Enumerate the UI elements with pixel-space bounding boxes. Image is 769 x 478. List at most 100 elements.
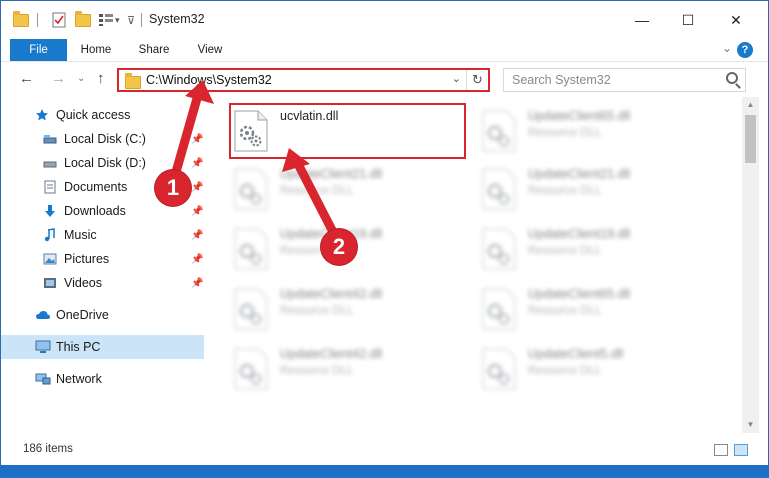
star-icon [36, 109, 48, 121]
file-item[interactable]: UpdateClient21.dll Resource DLL [232, 163, 472, 219]
dll-file-icon [482, 110, 516, 152]
sidebar-item-label: Music [64, 228, 97, 242]
file-item[interactable]: UpdateClient65.dll Resource DLL [480, 283, 720, 339]
file-type: Resource DLL [280, 185, 354, 197]
refresh-icon[interactable]: ↻ [466, 70, 488, 90]
dll-file-icon [234, 168, 268, 210]
window-title: System32 [149, 12, 205, 26]
sidebar-item-label: Downloads [64, 204, 126, 218]
address-dropdown-icon[interactable]: ⌄ [452, 72, 461, 85]
pictures-icon [43, 253, 57, 265]
sidebar-item-label: This PC [56, 340, 101, 354]
sidebar-item-label: Local Disk (C:) [64, 132, 146, 146]
properties-icon[interactable] [51, 9, 67, 31]
vertical-scrollbar[interactable]: ▲ ▼ [742, 97, 759, 433]
view-options-icon[interactable] [97, 9, 115, 31]
sidebar-item-network[interactable]: Network [1, 367, 204, 391]
sidebar-item-onedrive[interactable]: OneDrive [1, 303, 204, 327]
address-bar[interactable]: C:\Windows\System32 ⌄ ↻ [117, 68, 490, 92]
music-icon [44, 228, 55, 242]
file-item[interactable]: UpdateClient42.dll Resource DLL [232, 283, 472, 339]
pin-icon[interactable]: 📌 [191, 134, 203, 145]
dll-file-icon [482, 288, 516, 330]
help-icon[interactable]: ? [737, 42, 753, 58]
scroll-up-icon[interactable]: ▲ [742, 97, 759, 113]
desktop-background [0, 466, 769, 478]
dll-file-icon [234, 348, 268, 390]
folder-icon [13, 9, 29, 31]
pin-icon[interactable]: 📌 [191, 158, 203, 169]
sidebar-item-label: Quick access [56, 108, 131, 122]
minimize-button[interactable]: — [619, 1, 665, 39]
details-view-icon[interactable] [714, 444, 728, 456]
pin-icon[interactable]: 📌 [191, 254, 203, 265]
pin-icon[interactable]: 📌 [191, 230, 203, 241]
file-item[interactable]: UpdateClient21.dll Resource DLL [480, 163, 720, 219]
search-box[interactable] [503, 68, 746, 92]
drive-icon [43, 135, 57, 144]
back-arrow-icon[interactable]: ← [19, 70, 34, 87]
sidebar-item-label: Network [56, 372, 102, 386]
file-name: UpdateClient65.dll [528, 287, 631, 301]
file-name: UpdateClient21.dll [528, 167, 631, 181]
new-folder-icon[interactable] [75, 9, 91, 31]
recent-locations-icon[interactable]: ⌄ [77, 73, 85, 84]
file-list: ucvlatin.dll UpdateClient65.dll Resource… [208, 97, 742, 433]
sidebar-item-music[interactable]: Music 📌 [1, 223, 204, 247]
drive-icon [43, 161, 57, 168]
highlight-box [229, 103, 466, 159]
chevron-down-icon[interactable]: ⊽ [127, 9, 135, 31]
file-item[interactable]: UpdateClient19.dll Resource DLL [480, 223, 720, 279]
file-name: UpdateClient65.dll [528, 109, 631, 123]
navigation-bar: ← → ⌄ ↑ C:\Windows\System32 ⌄ ↻ [1, 61, 768, 97]
scroll-thumb[interactable] [745, 115, 756, 163]
forward-arrow-icon[interactable]: → [51, 70, 66, 87]
file-item[interactable]: UpdateClient65.dll Resource DLL [480, 105, 720, 161]
maximize-button[interactable]: ☐ [665, 1, 711, 39]
expand-ribbon-icon[interactable]: ⌄ [722, 41, 732, 55]
computer-icon [35, 340, 51, 353]
search-icon[interactable] [726, 72, 738, 84]
tab-file[interactable]: File [10, 39, 67, 61]
cloud-icon [36, 311, 50, 319]
sidebar-item-videos[interactable]: Videos 📌 [1, 271, 204, 295]
ribbon-tabs: File Home Share View ⌄ ? [1, 39, 768, 61]
file-item[interactable]: UpdateClient5.dll Resource DLL [480, 343, 720, 399]
file-type: Resource DLL [280, 305, 354, 317]
pin-icon[interactable]: 📌 [191, 206, 203, 217]
item-count: 186 items [23, 443, 73, 455]
divider [37, 13, 38, 27]
file-name: UpdateClient42.dll [280, 347, 383, 361]
sidebar-item-this-pc[interactable]: This PC [1, 335, 204, 359]
sidebar-item-pictures[interactable]: Pictures 📌 [1, 247, 204, 271]
file-name: UpdateClient42.dll [280, 287, 383, 301]
sidebar-item-quick-access[interactable]: Quick access [1, 103, 204, 127]
file-type: Resource DLL [528, 245, 602, 257]
scroll-down-icon[interactable]: ▼ [742, 417, 759, 433]
sidebar-item-label: OneDrive [56, 308, 109, 322]
close-button[interactable]: ✕ [713, 1, 759, 39]
address-path[interactable]: C:\Windows\System32 [146, 73, 272, 87]
file-item[interactable]: UpdateClient42.dll Resource DLL [232, 343, 472, 399]
sidebar-item-label: Documents [64, 180, 128, 194]
tab-home[interactable]: Home [73, 39, 119, 61]
dll-file-icon [234, 288, 268, 330]
tab-share[interactable]: Share [131, 39, 177, 61]
sidebar-item-label: Local Disk (D:) [64, 156, 146, 170]
pin-icon[interactable]: 📌 [191, 182, 203, 193]
navigation-pane: Quick access Local Disk (C:) 📌 Local Dis… [1, 97, 208, 433]
customize-toolbar-icon[interactable]: ▾ [115, 9, 120, 31]
network-icon [35, 373, 51, 385]
large-icons-view-icon[interactable] [734, 444, 748, 456]
tab-view[interactable]: View [187, 39, 233, 61]
file-name: UpdateClient19.dll [528, 227, 631, 241]
file-name: UpdateClient21.dll [280, 167, 383, 181]
dll-file-icon [234, 228, 268, 270]
search-input[interactable] [504, 69, 714, 91]
file-name: UpdateClient5.dll [528, 347, 624, 361]
sidebar-item-local-disk-c[interactable]: Local Disk (C:) 📌 [1, 127, 204, 151]
dll-file-icon [482, 228, 516, 270]
pin-icon[interactable]: 📌 [191, 278, 203, 289]
up-arrow-icon[interactable]: ↑ [97, 70, 105, 87]
status-bar: 186 items [1, 433, 768, 465]
